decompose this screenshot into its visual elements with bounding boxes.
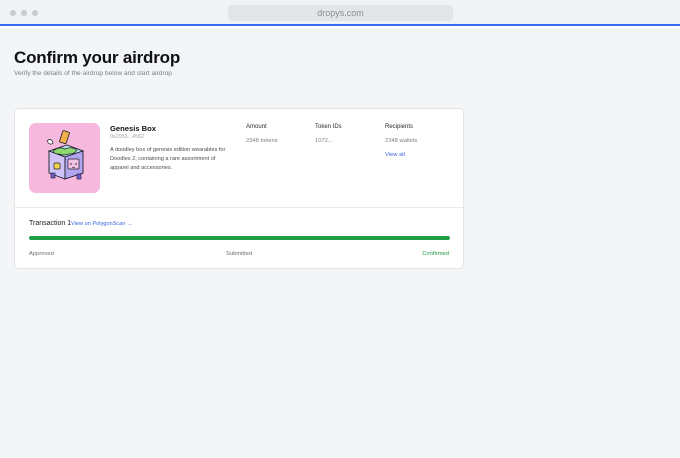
step-confirmed: Confirmed — [422, 251, 449, 257]
window-dot-minimize[interactable] — [21, 10, 27, 16]
token-ids-label: Token IDs — [315, 124, 342, 130]
collection-address: 0x2953...4562 — [110, 134, 145, 140]
token-ids-value: 1072... — [315, 138, 333, 144]
transaction-label: Transaction 1 — [29, 220, 72, 227]
recipients-label: Recipients — [385, 124, 414, 130]
polygonscan-link[interactable]: View on PolygonScan → — [71, 221, 132, 227]
amount-label: Amount — [246, 124, 267, 130]
step-submitted: Submitted — [226, 251, 253, 257]
step-approved: Approved — [29, 251, 54, 257]
recipients-value: 2348 wallets — [385, 138, 418, 144]
window-dot-close[interactable] — [10, 10, 16, 16]
window-dot-maximize[interactable] — [32, 10, 38, 16]
address-bar[interactable]: dropys.com — [228, 5, 453, 21]
amount-value: 2348 tokens — [246, 138, 278, 144]
airdrop-card: Genesis Box 0x2953...4562 A doodley box … — [14, 108, 464, 269]
page-title: Confirm your airdrop — [14, 48, 181, 67]
transaction-progress-bar — [29, 236, 450, 240]
collection-name: Genesis Box — [110, 124, 157, 133]
genesis-box-icon — [29, 123, 100, 193]
card-divider — [15, 207, 463, 208]
browser-chrome: dropys.com — [0, 0, 680, 26]
transaction-progress-fill — [29, 236, 450, 240]
view-all-recipients-link[interactable]: View all — [385, 152, 405, 158]
collection-description: A doodley box of genesis edition wearabl… — [110, 147, 226, 171]
window-controls — [10, 10, 38, 16]
page-content: Confirm your airdrop Verify the details … — [0, 28, 680, 458]
page-subtitle: Verify the details of the airdrop below … — [14, 70, 172, 77]
